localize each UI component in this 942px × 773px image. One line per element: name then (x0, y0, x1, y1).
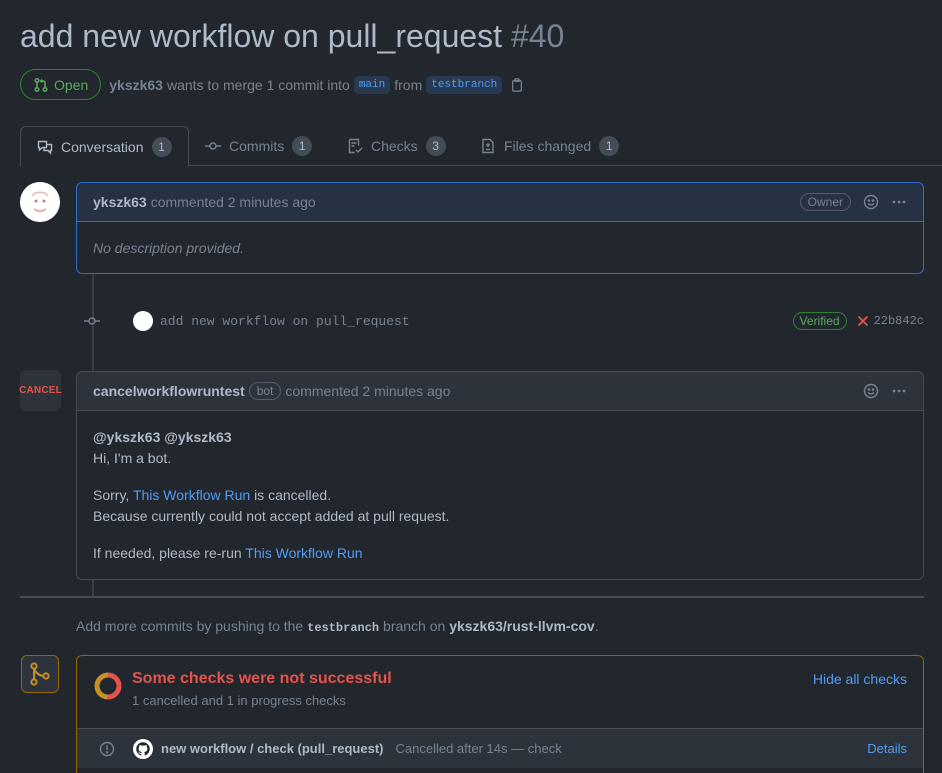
push-note: Add more commits by pushing to the testb… (76, 618, 599, 635)
tab-commits[interactable]: Commits 1 (205, 126, 313, 166)
comment-paragraph: @ykszk63 @ykszk63 Hi, I'm a bot. (93, 427, 907, 469)
pr-number: #40 (510, 18, 565, 54)
tab-checks[interactable]: Checks 3 (347, 126, 446, 166)
owner-badge: Owner (799, 193, 851, 211)
reason-text: Because currently could not accept added… (93, 508, 450, 524)
commit-avatar[interactable] (133, 311, 153, 331)
checks-box: Some checks were not successful 1 cancel… (76, 655, 924, 773)
git-merge-icon (27, 661, 53, 687)
checks-subtitle: 1 cancelled and 1 in progress checks (132, 693, 346, 708)
comment-paragraph: Sorry, This Workflow Run is cancelled. B… (93, 485, 907, 527)
verified-badge[interactable]: Verified (792, 312, 847, 330)
mentions[interactable]: @ykszk63 @ykszk63 (93, 429, 232, 445)
head-branch[interactable]: testbranch (426, 75, 503, 94)
pr-title: add new workflow on pull_request #40 (20, 18, 564, 55)
open-state-badge: Open (20, 69, 102, 100)
comment-timestamp[interactable]: commented 2 minutes ago (151, 194, 316, 210)
comment-header: ykszk63 commented 2 minutes ago Owner (77, 183, 923, 222)
check-details-link[interactable]: Details (867, 741, 907, 756)
avatar[interactable]: CANCEL (19, 370, 62, 411)
comment-paragraph: If needed, please re-run This Workflow R… (93, 543, 907, 564)
checks-status-ring-icon (93, 670, 132, 714)
sorry-text: Sorry, (93, 487, 130, 503)
workflow-run-link[interactable]: This Workflow Run (245, 545, 362, 561)
file-diff-icon (480, 138, 496, 154)
commit-message[interactable]: add new workflow on pull_request (160, 314, 410, 329)
comment-body: @ykszk63 @ykszk63 Hi, I'm a bot. Sorry, … (77, 411, 923, 580)
open-state-label: Open (54, 76, 89, 93)
comment-header: cancelworkflowruntest bot commented 2 mi… (77, 372, 923, 411)
tab-checks-count: 3 (425, 136, 446, 156)
push-note-branch: testbranch (307, 621, 380, 635)
checklist-icon (347, 138, 363, 154)
smiley-icon[interactable] (863, 383, 879, 399)
cancelled-text: is cancelled. (254, 487, 332, 503)
comment-body: No description provided. (77, 222, 923, 275)
avatar-label: CANCEL (19, 385, 62, 396)
avatar[interactable] (20, 182, 60, 222)
timeline-divider (20, 596, 924, 598)
tab-files-changed-label: Files changed (504, 138, 592, 154)
workflow-run-link[interactable]: This Workflow Run (133, 487, 250, 503)
from-text: from (394, 76, 423, 93)
repo-link[interactable]: ykszk63/rust-llvm-cov (449, 618, 595, 634)
comment-timestamp[interactable]: commented 2 minutes ago (285, 383, 450, 399)
git-commit-icon (84, 313, 100, 329)
merge-description: ykszk63 wants to merge 1 commit into mai… (109, 75, 524, 94)
timeline-line (92, 580, 94, 596)
tab-checks-label: Checks (371, 138, 418, 154)
tab-files-changed-count: 1 (599, 136, 620, 156)
skip-icon (99, 741, 115, 757)
smiley-icon[interactable] (863, 194, 879, 210)
check-name: new workflow / check (pull_request) (161, 741, 384, 756)
bot-badge: bot (248, 382, 282, 400)
tab-conversation[interactable]: Conversation 1 (20, 126, 189, 167)
copy-icon[interactable] (510, 77, 524, 92)
tab-conversation-count: 1 (151, 136, 172, 157)
tab-commits-label: Commits (229, 138, 285, 154)
comment-author[interactable]: cancelworkflowruntest (93, 383, 245, 399)
pr-tabs: Conversation 1 Commits 1 Checks 3 Files … (20, 126, 942, 167)
comment-body-text: No description provided. (93, 240, 244, 256)
pr-title-text: add new workflow on pull_request (20, 18, 503, 54)
comment-author[interactable]: ykszk63 (93, 194, 147, 210)
comment-discussion-icon (37, 139, 53, 155)
merge-status-icon (21, 655, 59, 693)
checks-header: Some checks were not successful 1 cancel… (77, 656, 923, 728)
comment-box: ykszk63 commented 2 minutes ago Owner No… (76, 182, 924, 274)
comment-box: cancelworkflowruntest bot commented 2 mi… (76, 371, 924, 580)
commit-row: add new workflow on pull_request Verifie… (84, 308, 924, 334)
pr-state-row: Open ykszk63 wants to merge 1 commit int… (20, 69, 524, 100)
pr-author-link[interactable]: ykszk63 (109, 77, 163, 93)
rerun-text: If needed, please re-run (93, 545, 242, 561)
git-pull-request-icon (33, 77, 49, 93)
tab-commits-count: 1 (292, 136, 313, 156)
base-branch[interactable]: main (353, 75, 391, 94)
check-description: Cancelled after 14s — check (395, 741, 562, 756)
push-note-middle: branch on (383, 618, 446, 634)
hide-all-checks-button[interactable]: Hide all checks (813, 671, 907, 687)
commit-sha[interactable]: 22b842c (874, 314, 924, 328)
github-icon (133, 738, 153, 759)
check-row: new workflow / check (pull_request) Canc… (77, 728, 923, 768)
push-note-prefix: Add more commits by pushing to the (76, 618, 304, 634)
tab-files-changed[interactable]: Files changed 1 (480, 126, 620, 166)
push-note-suffix: . (594, 618, 599, 634)
merge-text: wants to merge 1 commit into (166, 76, 350, 93)
tab-conversation-label: Conversation (61, 138, 144, 155)
git-commit-icon (205, 138, 221, 154)
checks-title: Some checks were not successful (132, 670, 392, 687)
greeting-text: Hi, I'm a bot. (93, 450, 172, 466)
kebab-horizontal-icon[interactable] (891, 194, 907, 210)
x-icon[interactable] (857, 315, 869, 327)
kebab-horizontal-icon[interactable] (891, 383, 907, 399)
